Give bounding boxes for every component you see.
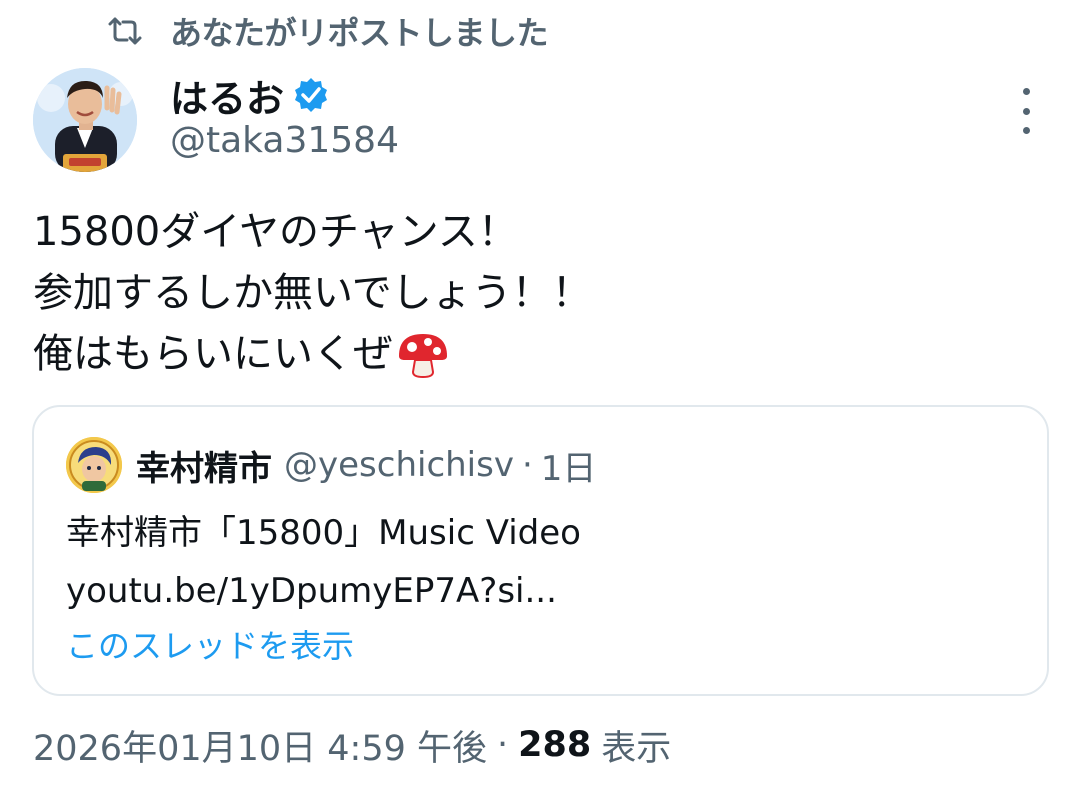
author-avatar[interactable] [33, 68, 137, 172]
author-name[interactable]: はるお [170, 68, 284, 123]
quote-link[interactable]: youtu.be/1yDpumyEP7A?si... [66, 562, 581, 620]
quote-body: 幸村精市「15800」Music Video youtu.be/1yDpumyE… [66, 504, 581, 620]
tweet-text: 15800ダイヤのチャンス！ 参加するしか無いでしょう！！ 俺はもらいにいくぜ [33, 202, 1043, 385]
more-vertical-icon[interactable] [1008, 88, 1044, 134]
mushroom-icon [395, 330, 451, 380]
quote-separator: · [521, 445, 533, 485]
verified-badge-icon [292, 75, 332, 115]
quote-body-line: 幸村精市「15800」Music Video [66, 513, 581, 553]
tweet-meta: 2026年01月10日 4:59 午後 · 288 表示 [33, 718, 671, 772]
quote-author-handle: @yeschichisv [284, 445, 514, 485]
views-count: 288 [518, 725, 592, 765]
tweet-line-last: 俺はもらいにいくぜ [33, 324, 1043, 385]
repost-icon [108, 14, 142, 48]
repost-label: あなたがリポストしました [170, 14, 549, 52]
author-handle[interactable]: @taka31584 [170, 120, 399, 161]
meta-separator: · [497, 725, 509, 765]
tweet-line: 参加するしか無いでしょう！！ [33, 270, 592, 316]
quote-author-avatar[interactable] [66, 437, 122, 493]
show-thread-link[interactable]: このスレッドを表示 [66, 621, 354, 667]
author-name-row[interactable]: はるお [170, 68, 332, 122]
tweet-line: 15800ダイヤのチャンス！ [33, 209, 518, 255]
tweet-line-text: 俺はもらいにいくぜ [33, 331, 393, 377]
tweet-timestamp[interactable]: 2026年01月10日 4:59 午後 [33, 720, 487, 771]
quote-header: 幸村精市 @yeschichisv · 1日 [66, 437, 596, 493]
quote-timestamp: 1日 [540, 448, 597, 489]
quoted-tweet-card[interactable]: 幸村精市 @yeschichisv · 1日 幸村精市「15800」Music … [32, 405, 1049, 696]
repost-indicator: あなたがリポストしました [108, 6, 549, 56]
quote-author-name: 幸村精市 [136, 448, 272, 489]
views-label: 表示 [601, 728, 672, 769]
